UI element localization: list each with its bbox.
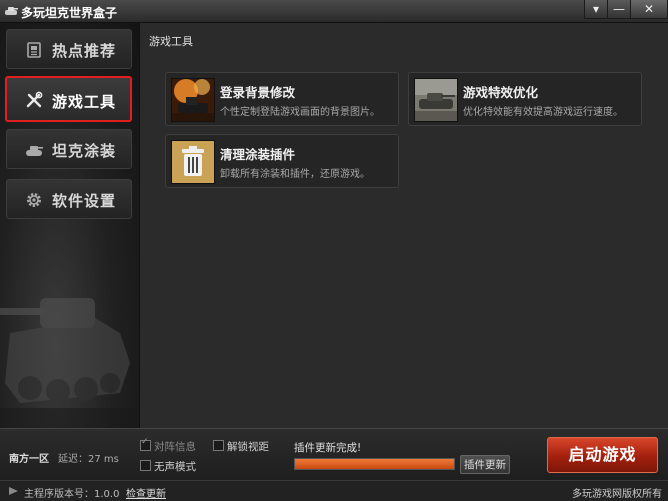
breadcrumb: 游戏工具 (149, 35, 193, 48)
card-login-background[interactable]: 登录背景修改 个性定制登陆游戏画面的背景图片。 (165, 72, 399, 126)
sidebar-item-settings[interactable]: 软件设置 (6, 179, 132, 219)
minimize-button[interactable]: — (607, 0, 631, 19)
plugin-update-button[interactable]: 插件更新 (460, 455, 510, 474)
tank-icon (26, 146, 43, 156)
document-icon (27, 42, 41, 58)
tank-photo-thumbnail (414, 78, 458, 122)
info-arrow-icon (9, 487, 18, 495)
card-description: 优化特效能有效提高游戏运行速度。 (463, 107, 623, 118)
tank-logo-icon (5, 7, 18, 15)
tank-background-image (0, 298, 139, 428)
trash-icon (171, 140, 215, 184)
card-title: 登录背景修改 (220, 85, 296, 100)
silent-mode-checkbox[interactable]: 无声模式 (140, 459, 196, 474)
checkbox-box[interactable] (140, 437, 151, 451)
check-update-link[interactable]: 检查更新 (126, 485, 166, 500)
sidebar-item-camo[interactable]: 坦克涂装 (6, 129, 132, 169)
sidebar-item-label: 热点推荐 (52, 42, 117, 60)
server-name: 南方一区 (9, 454, 49, 465)
status-bar: 主程序版本号：1.0.0 检查更新 多玩游戏网版权所有 (0, 480, 668, 501)
close-button[interactable]: ✕ (630, 0, 668, 19)
sidebar-item-label: 软件设置 (52, 192, 117, 210)
menu-button[interactable]: ▾ (584, 0, 608, 19)
title-bar: 多玩坦克世界盒子 ▾ — ✕ (0, 0, 668, 23)
tools-icon (26, 91, 43, 108)
sidebar-item-label: 游戏工具 (52, 93, 117, 111)
card-clean-plugins[interactable]: 清理涂装插件 卸载所有涂装和插件，还原游戏。 (165, 134, 399, 188)
enemy-info-checkbox[interactable]: 对阵信息 (140, 437, 196, 454)
copyright-text: 多玩游戏网版权所有 (572, 489, 662, 500)
battle-scene-thumbnail (171, 78, 215, 122)
gear-icon (27, 193, 41, 207)
card-description: 卸载所有涂装和插件，还原游戏。 (220, 169, 370, 180)
version-text: 主程序版本号：1.0.0 (24, 489, 120, 500)
sidebar-item-tools[interactable]: 游戏工具 (5, 76, 132, 122)
main-panel: 游戏工具 登录背景修改 个性定制登陆游戏画面的背景图片。 游戏特效优化 优化特效… (139, 23, 668, 428)
launch-game-button[interactable]: 启动游戏 (547, 437, 658, 473)
card-title: 游戏特效优化 (463, 85, 539, 100)
bottom-bar: 南方一区 延迟：27 ms 对阵信息 解锁视距 无声模式 插件更新完成! 插件更… (0, 428, 668, 481)
sidebar-item-hot[interactable]: 热点推荐 (6, 29, 132, 69)
card-title: 清理涂装插件 (220, 147, 296, 162)
sidebar: 热点推荐 游戏工具 坦克涂装 软件设置 (0, 23, 139, 428)
checkbox-box[interactable] (140, 460, 151, 471)
progress-fill (295, 459, 454, 469)
update-status: 插件更新完成! (294, 442, 362, 454)
update-progress-bar (294, 458, 455, 470)
latency-readout: 延迟：27 ms (58, 454, 119, 465)
card-effects-optimize[interactable]: 游戏特效优化 优化特效能有效提高游戏运行速度。 (408, 72, 642, 126)
unlock-view-checkbox[interactable]: 解锁视距 (213, 439, 269, 454)
window-title: 多玩坦克世界盒子 (21, 6, 118, 20)
checkbox-box[interactable] (213, 440, 224, 451)
card-description: 个性定制登陆游戏画面的背景图片。 (220, 107, 380, 118)
sidebar-item-label: 坦克涂装 (52, 142, 117, 160)
